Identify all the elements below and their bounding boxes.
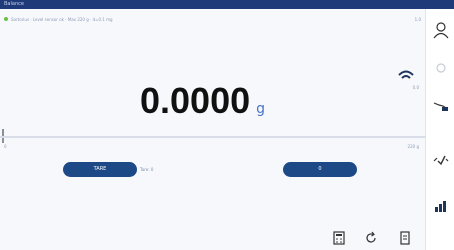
right-sidebar bbox=[425, 9, 454, 250]
settings-icon[interactable] bbox=[430, 59, 452, 77]
range-max-label: 220 g bbox=[407, 144, 419, 149]
range-min-label: 0 bbox=[4, 144, 7, 149]
status-bar: Sartorius · Level sensor ok · Max 220 g … bbox=[0, 9, 425, 31]
refresh-icon[interactable] bbox=[360, 227, 382, 249]
weight-value: 0.0000 bbox=[140, 80, 251, 121]
user-icon[interactable] bbox=[430, 21, 452, 39]
weighing-panel: Sartorius · Level sensor ok · Max 220 g … bbox=[0, 9, 425, 250]
weighing-icon[interactable] bbox=[430, 97, 452, 115]
tare-button[interactable]: TARE bbox=[63, 162, 137, 177]
check-icon[interactable] bbox=[430, 151, 452, 169]
calculator-icon[interactable] bbox=[328, 227, 350, 249]
wifi-icon bbox=[398, 70, 414, 79]
range-bar bbox=[0, 136, 425, 138]
title-bar: Balance bbox=[0, 0, 454, 9]
window-title: Balance bbox=[4, 1, 24, 7]
weight-display: 0.0000 g bbox=[140, 79, 265, 119]
status-right: 1.0 bbox=[414, 17, 421, 22]
side-value: 0.0 bbox=[412, 85, 419, 90]
status-indicator-icon bbox=[4, 17, 8, 21]
print-icon[interactable] bbox=[394, 227, 416, 249]
statistics-icon[interactable] bbox=[430, 197, 452, 215]
zero-button[interactable]: 0 bbox=[283, 162, 357, 177]
status-text: Sartorius · Level sensor ok · Max 220 g … bbox=[11, 17, 113, 22]
tare-info: Tare: 0 bbox=[140, 167, 154, 172]
weight-unit[interactable]: g bbox=[256, 101, 265, 117]
